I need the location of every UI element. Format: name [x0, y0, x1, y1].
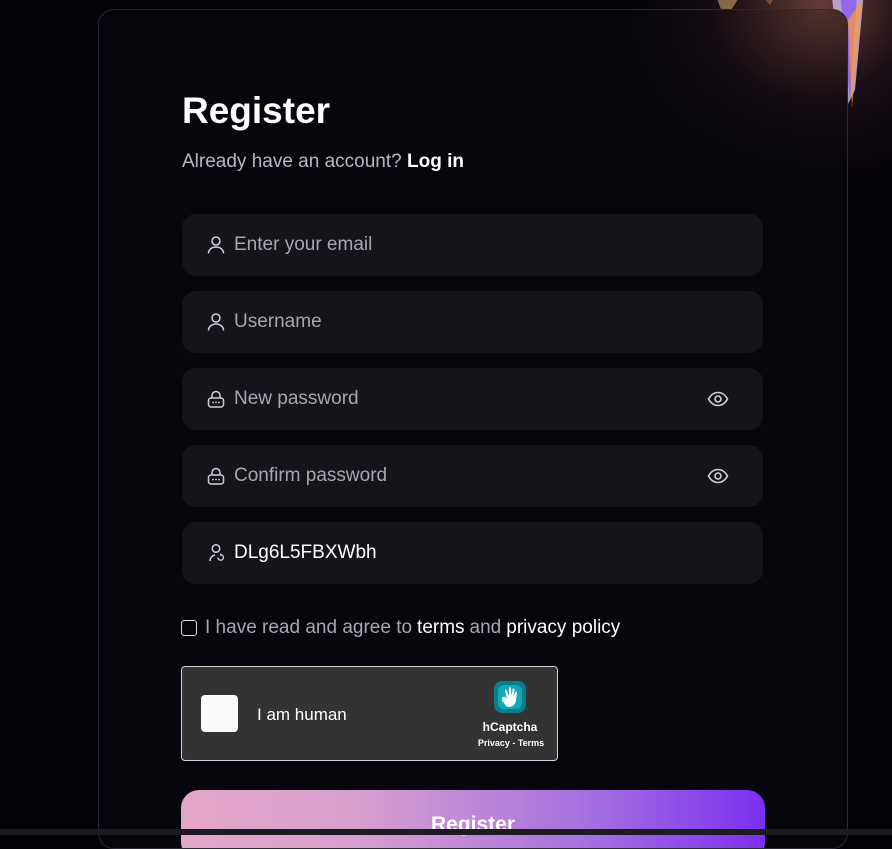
- username-field[interactable]: [182, 291, 763, 353]
- agree-text: I have read and agree to: [205, 617, 413, 638]
- login-prompt-text: Already have an account?: [182, 151, 402, 172]
- register-card: Register Already have an account? Log in: [98, 9, 848, 849]
- hcaptcha-privacy-terms-links[interactable]: Privacy - Terms: [472, 738, 550, 748]
- referral-code-field[interactable]: [182, 522, 763, 584]
- lock-icon: [207, 390, 225, 408]
- referral-code-input[interactable]: [234, 522, 694, 584]
- user-icon: [207, 236, 225, 254]
- confirm-password-input[interactable]: [234, 445, 694, 507]
- user-refresh-icon: [209, 543, 225, 562]
- agree-checkbox[interactable]: [181, 620, 197, 636]
- card-glow: [627, 10, 847, 170]
- confirm-password-field[interactable]: [182, 445, 763, 507]
- terms-link[interactable]: terms: [417, 617, 465, 639]
- eye-icon[interactable]: [707, 389, 729, 409]
- login-prompt: Already have an account? Log in: [182, 151, 464, 173]
- agreement-row: I have read and agree to terms and priva…: [181, 617, 625, 639]
- hcaptcha-brand: hCaptcha: [482, 720, 538, 734]
- new-password-field[interactable]: [182, 368, 763, 430]
- agree-joiner: and: [469, 617, 502, 638]
- username-input[interactable]: [234, 291, 694, 353]
- bottom-divider: [0, 829, 892, 835]
- email-field[interactable]: [182, 214, 763, 276]
- hcaptcha-logo-icon: [494, 681, 526, 713]
- page-title: Register: [182, 90, 331, 131]
- lock-icon: [207, 467, 225, 485]
- captcha-label: I am human: [257, 705, 347, 724]
- privacy-policy-link[interactable]: privacy policy: [506, 617, 620, 639]
- login-link[interactable]: Log in: [407, 151, 464, 172]
- register-button[interactable]: Register: [181, 790, 765, 848]
- captcha-checkbox[interactable]: [201, 695, 238, 732]
- email-input[interactable]: [234, 214, 694, 276]
- hcaptcha-widget: I am human hCaptcha Privacy - Terms: [181, 666, 558, 761]
- user-icon: [207, 313, 225, 331]
- new-password-input[interactable]: [234, 368, 694, 430]
- eye-icon[interactable]: [707, 466, 729, 486]
